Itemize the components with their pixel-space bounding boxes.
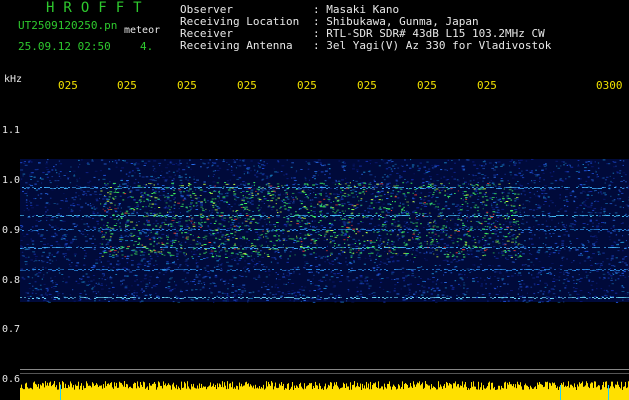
meteor-count: 4.	[140, 40, 154, 53]
freq-tick: 0.6	[2, 374, 21, 385]
time-tick: 025	[357, 79, 377, 92]
location-value: : Shibukawa, Gunma, Japan	[313, 15, 479, 28]
freq-tick: 0.9	[2, 225, 21, 236]
location-label: Receiving Location	[180, 15, 300, 28]
time-tick: 025	[117, 79, 137, 92]
observer-value: : Masaki Kano	[313, 3, 400, 16]
spectrogram-canvas	[20, 159, 629, 400]
freq-tick: 1.0	[2, 175, 21, 186]
time-tick: 0300	[596, 79, 623, 92]
date-time: 25.09.12 02:50	[18, 40, 111, 53]
antenna-label: Receiving Antenna	[180, 39, 293, 52]
observer-label: Observer	[180, 3, 233, 16]
time-tick: 025	[58, 79, 78, 92]
time-tick: 025	[417, 79, 437, 92]
hrofft-logo: HROFFT	[46, 0, 151, 16]
receiver-label: Receiver	[180, 27, 233, 40]
meteor-label: meteor	[124, 25, 161, 36]
spectrogram	[20, 97, 629, 400]
time-tick: 025	[477, 79, 497, 92]
unit-label: kHz	[4, 74, 23, 85]
freq-tick: 1.1	[2, 125, 21, 136]
freq-tick: 0.8	[2, 275, 21, 286]
time-tick: 025	[237, 79, 257, 92]
receiver-value: : RTL-SDR SDR# 43dB L15 103.2MHz CW	[313, 27, 545, 40]
time-tick: 025	[297, 79, 317, 92]
time-tick: 025	[177, 79, 197, 92]
file-name: UT2509120250.pn	[18, 19, 118, 32]
freq-tick: 0.7	[2, 324, 21, 335]
antenna-value: : 3el Yagi(V) Az 330 for Vladivostok	[313, 39, 552, 52]
